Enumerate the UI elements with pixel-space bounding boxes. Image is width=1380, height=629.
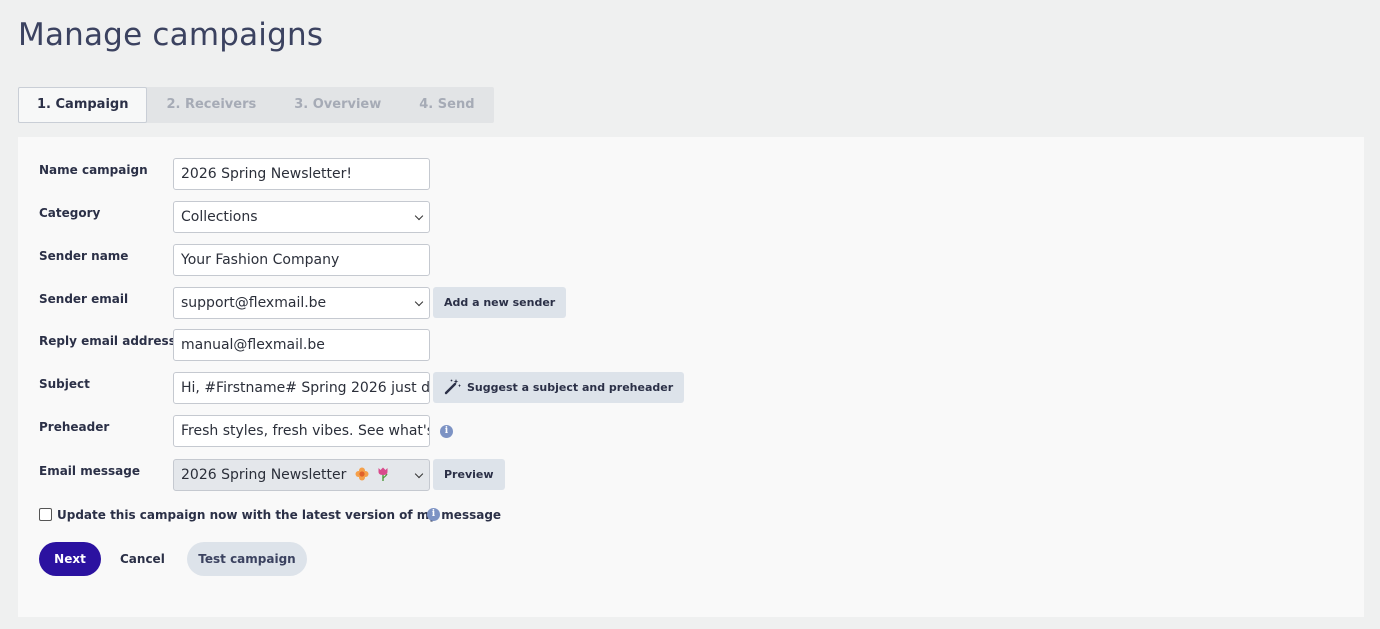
cancel-button[interactable]: Cancel [120, 542, 165, 576]
chevron-down-icon [414, 297, 424, 307]
preheader-label: Preheader [39, 420, 110, 434]
info-icon[interactable]: i [427, 508, 440, 521]
suggest-subject-button[interactable]: Suggest a subject and preheader [433, 372, 685, 403]
sender-name-input[interactable]: Your Fashion Company [173, 244, 430, 276]
sender-email-label: Sender email [39, 292, 129, 306]
chevron-down-icon [414, 469, 424, 479]
next-button[interactable]: Next [39, 542, 101, 576]
email-message-value: 2026 Spring Newsletter [181, 467, 347, 483]
category-label: Category [39, 206, 101, 220]
email-message-label: Email message [39, 464, 140, 478]
name-campaign-label: Name campaign [39, 163, 148, 177]
magic-wand-icon [444, 379, 461, 395]
flower-emoji [355, 467, 369, 481]
sender-name-label: Sender name [39, 249, 129, 263]
add-new-sender-button[interactable]: Add a new sender [433, 287, 567, 318]
tulip-emoji [378, 467, 388, 481]
tab-overview[interactable]: 3. Overview [275, 87, 400, 123]
category-value: Collections [181, 209, 258, 225]
sender-email-value: support@flexmail.be [181, 295, 327, 311]
subject-input[interactable]: Hi, #Firstname# Spring 2026 just dropped [173, 372, 430, 404]
name-campaign-input[interactable]: 2026 Spring Newsletter! [173, 158, 430, 190]
preheader-input[interactable]: Fresh styles, fresh vibes. See what's ne… [173, 415, 430, 447]
tab-receivers[interactable]: 2. Receivers [147, 87, 275, 123]
sender-email-select[interactable]: support@flexmail.be [173, 287, 430, 319]
chevron-down-icon [414, 211, 424, 221]
info-icon[interactable]: i [440, 425, 453, 438]
suggest-subject-label: Suggest a subject and preheader [467, 381, 674, 394]
subject-label: Subject [39, 377, 90, 391]
preview-button[interactable]: Preview [433, 459, 505, 490]
test-campaign-button[interactable]: Test campaign [187, 542, 307, 576]
reply-email-input[interactable]: manual@flexmail.be [173, 329, 430, 361]
wizard-tabs: 1. Campaign 2. Receivers 3. Overview 4. … [18, 87, 494, 123]
reply-email-label: Reply email address [39, 334, 176, 348]
campaign-form-panel: Name campaign 2026 Spring Newsletter! Ca… [18, 137, 1364, 617]
category-select[interactable]: Collections [173, 201, 430, 233]
tab-campaign[interactable]: 1. Campaign [18, 87, 148, 123]
email-message-select[interactable]: 2026 Spring Newsletter [173, 459, 430, 491]
update-campaign-checkbox[interactable] [39, 508, 52, 521]
tab-send[interactable]: 4. Send [400, 87, 493, 123]
page-title: Manage campaigns [18, 17, 324, 53]
